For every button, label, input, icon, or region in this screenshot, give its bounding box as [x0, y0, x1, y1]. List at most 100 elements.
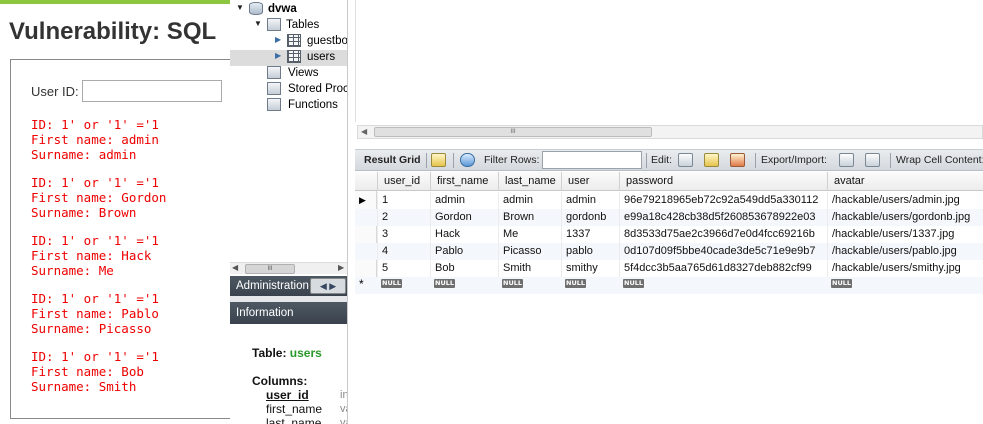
result-first-name: First name: Pablo: [31, 306, 159, 321]
grid-header: user_id first_name last_name user passwo…: [355, 172, 983, 191]
grid-cell[interactable]: Bob: [430, 260, 498, 277]
scroll-thumb[interactable]: III: [245, 264, 295, 274]
grid-cell[interactable]: 2: [377, 209, 430, 226]
grid-cell[interactable]: 3: [377, 226, 430, 243]
stored-procedures-node[interactable]: Stored Proce: [288, 81, 347, 97]
grid-cell[interactable]: e99a18c428cb38d5f260853678922e03: [619, 209, 827, 226]
table-row[interactable]: 3 Hack Me 1337 8d3533d75ae2c3966d7e0d4fc…: [355, 226, 983, 243]
collapse-arrow-icon[interactable]: ▼: [254, 19, 262, 28]
refresh-icon[interactable]: [460, 153, 475, 167]
scroll-right-icon[interactable]: ▶: [338, 263, 344, 272]
column-header[interactable]: user_id: [377, 172, 430, 191]
grid-cell[interactable]: 5: [377, 260, 430, 277]
info-column-type: va: [340, 403, 347, 415]
result-grid-tab[interactable]: Result Grid: [364, 154, 421, 166]
grid-cell[interactable]: /hackable/users/gordonb.jpg: [827, 209, 983, 226]
new-row-asterisk-icon: *: [359, 277, 364, 291]
functions-node[interactable]: Functions: [288, 97, 338, 113]
grid-cell[interactable]: 1337: [561, 226, 619, 243]
column-header[interactable]: user: [561, 172, 619, 191]
result-block: ID: 1' or '1' ='1 First name: Gordon Surna…: [31, 175, 166, 220]
scroll-left-icon[interactable]: ◀: [361, 127, 367, 136]
null-badge: NULL: [565, 279, 587, 288]
delete-row-icon[interactable]: [730, 153, 745, 167]
toolbar-separator: [646, 153, 647, 168]
result-surname: Surname: Brown: [31, 205, 137, 220]
administration-tab[interactable]: Administration ◀ ▶: [230, 276, 347, 296]
table-icon: [287, 50, 301, 63]
result-id-line: ID: 1' or '1' ='1: [31, 349, 159, 364]
result-block: ID: 1' or '1' ='1 First name: admin Surnam…: [31, 117, 159, 162]
information-panel: Table: users Columns: user_id in first_n…: [230, 324, 347, 424]
grid-cell[interactable]: Gordon: [430, 209, 498, 226]
grid-cell[interactable]: 96e79218965eb72c92a549dd5a330112: [619, 192, 827, 209]
edit-row-icon[interactable]: [678, 153, 693, 167]
add-row-icon[interactable]: [704, 153, 719, 167]
views-node[interactable]: Views: [288, 65, 318, 81]
new-row[interactable]: * NULL NULL NULL NULL NULL NULL: [355, 277, 983, 294]
grid-cell[interactable]: admin: [561, 192, 619, 209]
info-table-label: Table: users: [252, 346, 322, 360]
tables-node[interactable]: Tables: [286, 17, 319, 33]
result-first-name: First name: Gordon: [31, 190, 167, 205]
wrap-cell-content-label[interactable]: Wrap Cell Content:: [896, 154, 983, 166]
grid-cell[interactable]: admin: [430, 192, 498, 209]
grid-cell[interactable]: /hackable/users/admin.jpg: [827, 192, 983, 209]
grid-cell[interactable]: Pablo: [430, 243, 498, 260]
schema-navigator: ▼ dvwa ▼ Tables ▶ guestbo ▶ users Views …: [230, 0, 348, 424]
tab-switch-arrows-icon[interactable]: ◀ ▶: [310, 278, 346, 294]
table-guestbook[interactable]: guestbo: [307, 33, 347, 49]
grid-cell[interactable]: 0d107d09f5bbe40cade3de5c71e9e9b7: [619, 243, 827, 260]
grid-cell[interactable]: /hackable/users/pablo.jpg: [827, 243, 983, 260]
export-icon[interactable]: [839, 153, 854, 167]
grid-cell[interactable]: /hackable/users/1337.jpg: [827, 226, 983, 243]
null-badge: NULL: [502, 279, 524, 288]
info-column: user_id: [266, 388, 309, 402]
import-icon[interactable]: [865, 153, 880, 167]
grid-cell[interactable]: Me: [498, 226, 561, 243]
filter-rows-input[interactable]: [542, 151, 642, 169]
table-row[interactable]: 5 Bob Smith smithy 5f4dcc3b5aa765d61d832…: [355, 260, 983, 277]
grid-cell[interactable]: Picasso: [498, 243, 561, 260]
grid-cell[interactable]: admin: [498, 192, 561, 209]
expand-arrow-icon[interactable]: ▶: [275, 35, 281, 44]
column-header[interactable]: last_name: [498, 172, 561, 191]
grid-cell[interactable]: pablo: [561, 243, 619, 260]
editor-hscrollbar[interactable]: ◀ III: [357, 125, 983, 139]
grid-cell[interactable]: 4: [377, 243, 430, 260]
grid-view-icon[interactable]: [431, 153, 446, 167]
column-header[interactable]: avatar: [827, 172, 983, 191]
column-header[interactable]: password: [619, 172, 827, 191]
folder-icon: [267, 18, 281, 31]
filter-rows-label: Filter Rows:: [484, 154, 540, 166]
navigator-hscrollbar[interactable]: ◀ III ▶: [230, 262, 347, 274]
information-tab[interactable]: Information: [230, 302, 347, 324]
table-row[interactable]: 2 Gordon Brown gordonb e99a18c428cb38d5f…: [355, 209, 983, 226]
collapse-arrow-icon[interactable]: ▼: [236, 3, 244, 12]
table-users[interactable]: users: [307, 49, 335, 65]
result-surname: Surname: Smith: [31, 379, 137, 394]
result-surname: Surname: admin: [31, 147, 137, 162]
grid-cell[interactable]: Brown: [498, 209, 561, 226]
result-block: ID: 1' or '1' ='1 First name: Bob Surname:…: [31, 349, 159, 394]
grid-cell[interactable]: 8d3533d75ae2c3966d7e0d4fcc69216b: [619, 226, 827, 243]
column-header[interactable]: first_name: [430, 172, 498, 191]
grid-cell[interactable]: 5f4dcc3b5aa765d61d8327deb882cf99: [619, 260, 827, 277]
scroll-thumb[interactable]: III: [374, 127, 652, 137]
grid-cell[interactable]: Hack: [430, 226, 498, 243]
grid-cell[interactable]: 1: [377, 192, 430, 209]
grid-cell[interactable]: gordonb: [561, 209, 619, 226]
result-first-name: First name: admin: [31, 132, 159, 147]
scroll-left-icon[interactable]: ◀: [232, 263, 238, 272]
schema-dvwa[interactable]: dvwa: [268, 1, 297, 17]
result-grid: user_id first_name last_name user passwo…: [355, 172, 983, 294]
table-row[interactable]: 4 Pablo Picasso pablo 0d107d09f5bbe40cad…: [355, 243, 983, 260]
result-id-line: ID: 1' or '1' ='1: [31, 117, 159, 132]
workbench-main-area: ◀ III Result Grid Filter Rows: Edit: Exp…: [349, 0, 983, 424]
grid-cell[interactable]: /hackable/users/smithy.jpg: [827, 260, 983, 277]
user-id-input[interactable]: [82, 80, 222, 102]
table-row[interactable]: ▶ 1 admin admin admin 96e79218965eb72c92…: [355, 192, 983, 209]
grid-cell[interactable]: smithy: [561, 260, 619, 277]
expand-arrow-icon[interactable]: ▶: [275, 51, 281, 60]
grid-cell[interactable]: Smith: [498, 260, 561, 277]
